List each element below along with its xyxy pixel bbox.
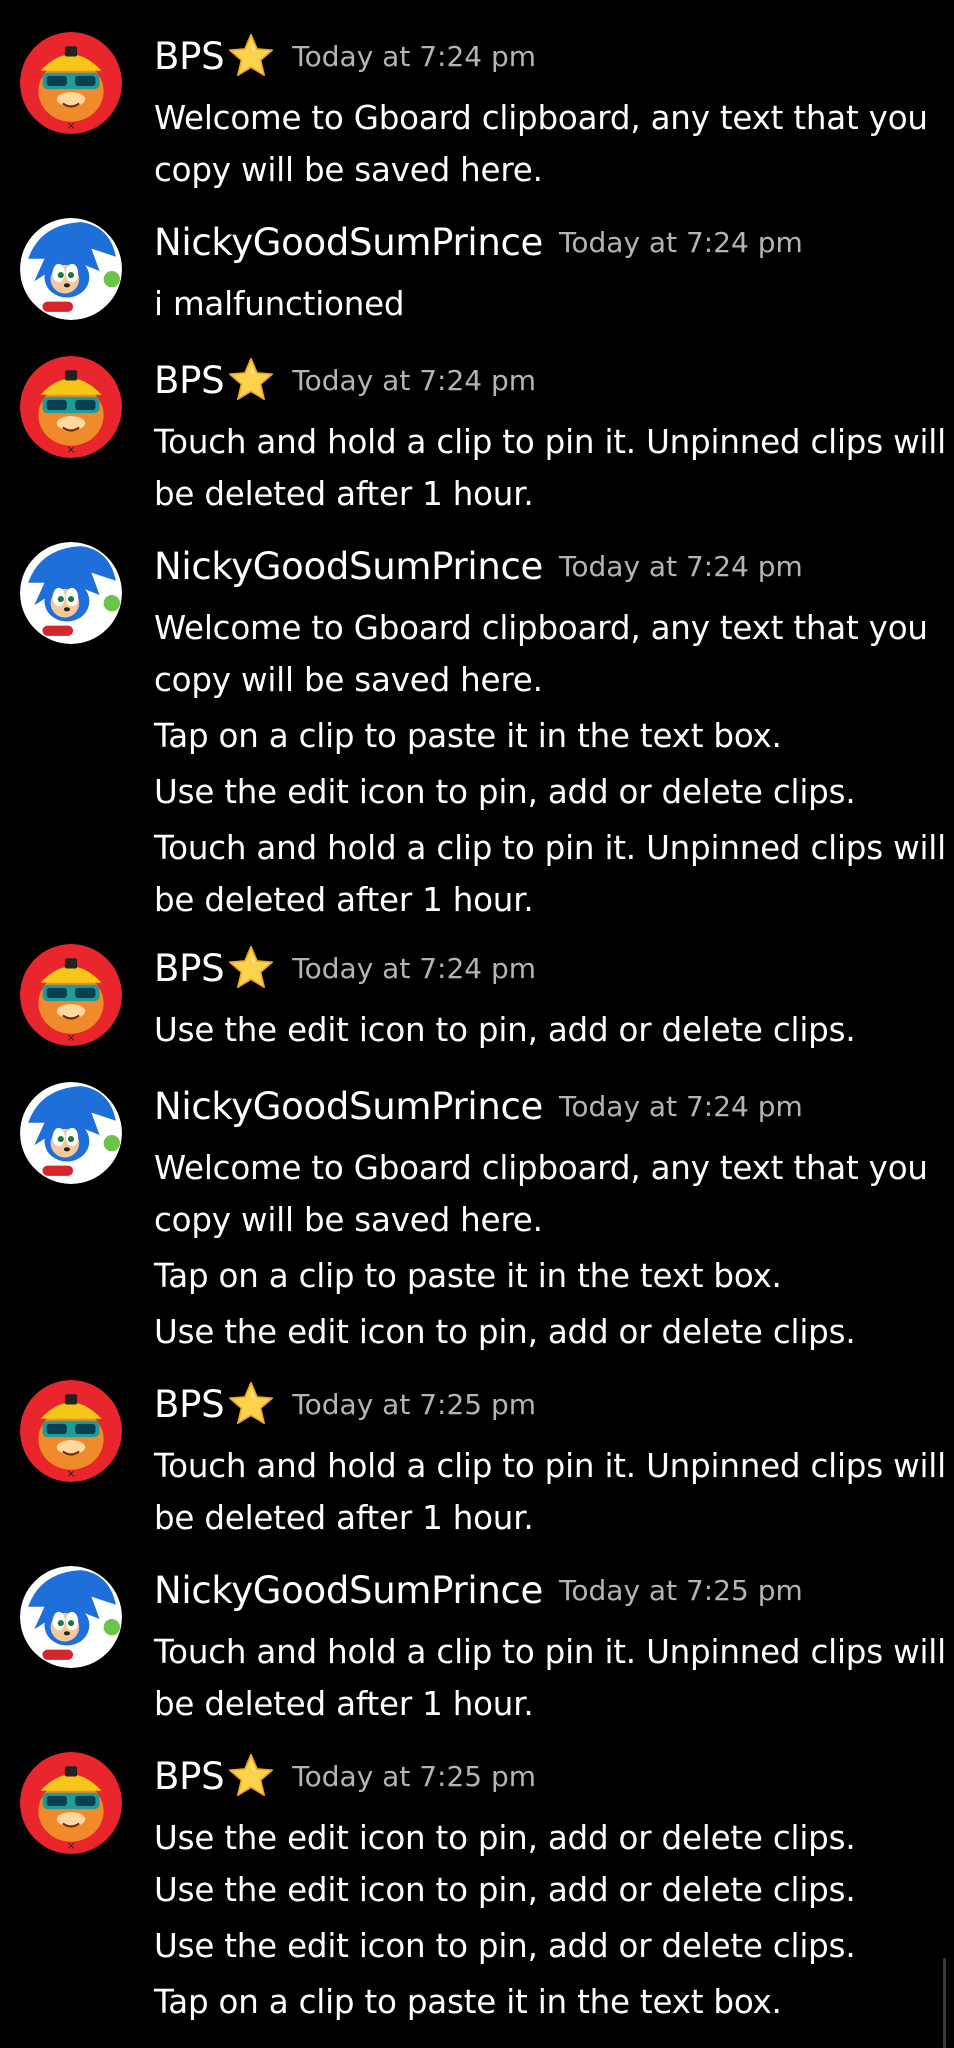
message-text-line: be deleted after 1 hour. [154,1499,534,1537]
message-body[interactable]: Welcome to Gboard clipboard, any text th… [154,92,934,196]
username[interactable]: BPS [154,947,225,990]
message-header: NickyGoodSumPrince Today at 7:24 pm [154,216,803,268]
star-icon [226,1379,276,1429]
sonic-avatar-icon[interactable] [20,1082,122,1184]
svg-text:×: × [67,1841,76,1852]
message-text-line: Welcome to Gboard clipboard, any text th… [154,609,928,647]
bps-avatar-icon[interactable]: × [20,1752,122,1854]
timestamp: Today at 7:24 pm [292,39,537,73]
username[interactable]: BPS [154,1383,225,1426]
message-body[interactable]: Welcome to Gboard clipboard, any text th… [154,602,946,926]
message-text-line: Use the edit icon to pin, add or delete … [154,773,856,811]
message-text-line: Use the edit icon to pin, add or delete … [154,1313,856,1351]
message-text-line: Tap on a clip to paste it in the text bo… [154,717,782,755]
message-text-line: be deleted after 1 hour. [154,1685,534,1723]
message-text-line: Use the edit icon to pin, add or delete … [154,1871,856,1909]
message-header: BPS Today at 7:25 pm [154,1378,536,1430]
message-text-line: be deleted after 1 hour. [154,881,534,919]
username[interactable]: NickyGoodSumPrince [154,545,543,588]
timestamp: Today at 7:25 pm [292,1387,537,1421]
message-text-line: Touch and hold a clip to pin it. Unpinne… [154,1633,946,1671]
timestamp: Today at 7:24 pm [559,1089,803,1123]
message-body[interactable]: Touch and hold a clip to pin it. Unpinne… [154,1440,946,1544]
message-body[interactable]: Touch and hold a clip to pin it. Unpinne… [154,416,946,520]
message-text-line: Use the edit icon to pin, add or delete … [154,1927,856,1965]
username[interactable]: BPS [154,35,225,78]
scrollbar-thumb[interactable] [943,1958,946,2048]
message-header: NickyGoodSumPrince Today at 7:24 pm [154,1080,803,1132]
message-text-line: Use the edit icon to pin, add or delete … [154,1819,856,1857]
svg-text:×: × [67,445,76,456]
star-icon [226,1751,276,1801]
message-text-line: copy will be saved here. [154,1201,543,1239]
svg-text:×: × [67,1033,76,1044]
star-icon [226,943,276,993]
message-body[interactable]: Use the edit icon to pin, add or delete … [154,1004,934,1056]
message-text-line: Touch and hold a clip to pin it. Unpinne… [154,423,946,461]
message-body[interactable]: Welcome to Gboard clipboard, any text th… [154,1142,934,1358]
sonic-avatar-icon[interactable] [20,542,122,644]
message-text-line: Touch and hold a clip to pin it. Unpinne… [154,1447,946,1485]
message-text-line: Tap on a clip to paste it in the text bo… [154,1983,782,2021]
star-icon [226,355,276,405]
message-text-line: Use the edit icon to pin, add or delete … [154,1011,856,1049]
message-text-line: Welcome to Gboard clipboard, any text th… [154,99,928,137]
message-text-line: i malfunctioned [154,285,405,323]
message-text-line: copy will be saved here. [154,661,543,699]
message-header: BPS Today at 7:24 pm [154,354,536,406]
message-header: BPS Today at 7:25 pm [154,1750,536,1802]
message-text-line: Touch and hold a clip to pin it. Unpinne… [154,829,946,867]
message-text-line: be deleted after 1 hour. [154,475,534,513]
svg-text:×: × [67,121,76,132]
message-body[interactable]: i malfunctioned [154,278,934,330]
timestamp: Today at 7:24 pm [559,225,803,259]
message-header: BPS Today at 7:24 pm [154,30,536,82]
username[interactable]: BPS [154,1755,225,1798]
sonic-avatar-icon[interactable] [20,218,122,320]
timestamp: Today at 7:24 pm [292,363,537,397]
message-header: BPS Today at 7:24 pm [154,942,536,994]
message-body[interactable]: Touch and hold a clip to pin it. Unpinne… [154,1626,946,1730]
bps-avatar-icon[interactable]: × [20,32,122,134]
timestamp: Today at 7:25 pm [292,1759,537,1793]
username[interactable]: BPS [154,359,225,402]
message-text-line: Welcome to Gboard clipboard, any text th… [154,1149,928,1187]
bps-avatar-icon[interactable]: × [20,1380,122,1482]
message-text-line: copy will be saved here. [154,151,543,189]
username[interactable]: NickyGoodSumPrince [154,1085,543,1128]
sonic-avatar-icon[interactable] [20,1566,122,1668]
message-text-line: Tap on a clip to paste it in the text bo… [154,1257,782,1295]
bps-avatar-icon[interactable]: × [20,356,122,458]
timestamp: Today at 7:24 pm [559,549,803,583]
message-header: NickyGoodSumPrince Today at 7:25 pm [154,1564,803,1616]
timestamp: Today at 7:24 pm [292,951,537,985]
username[interactable]: NickyGoodSumPrince [154,221,543,264]
message-body[interactable]: Use the edit icon to pin, add or delete … [154,1812,934,2028]
message-header: NickyGoodSumPrince Today at 7:24 pm [154,540,803,592]
bps-avatar-icon[interactable]: × [20,944,122,1046]
timestamp: Today at 7:25 pm [559,1573,803,1607]
svg-text:×: × [67,1469,76,1480]
star-icon [226,31,276,81]
username[interactable]: NickyGoodSumPrince [154,1569,543,1612]
